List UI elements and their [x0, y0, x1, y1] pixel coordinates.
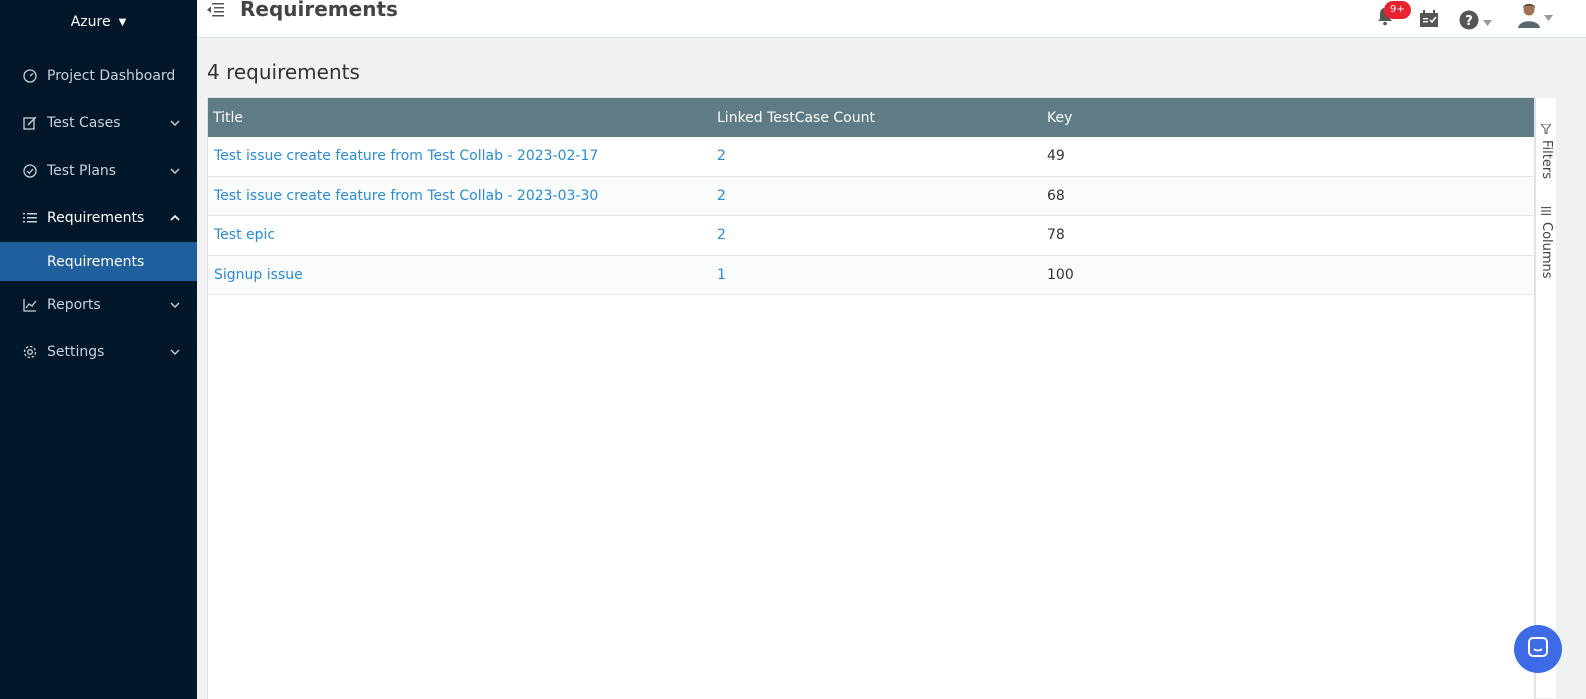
notification-badge: 9+	[1384, 1, 1411, 19]
linked-count-link[interactable]: 2	[711, 188, 1043, 204]
sidebar-item-label: Test Plans	[47, 162, 117, 179]
avatar	[1517, 2, 1541, 32]
linked-count-link[interactable]: 1	[711, 267, 1043, 283]
columns-icon	[1539, 206, 1554, 216]
chevron-down-icon	[169, 302, 181, 308]
svg-text:?: ?	[1465, 14, 1473, 29]
sidebar-item-label: Requirements	[47, 210, 145, 227]
gear-icon	[22, 344, 38, 360]
sidebar-subitem-requirements[interactable]: Requirements	[0, 242, 197, 281]
sidebar-item-label: Reports	[47, 296, 101, 313]
page-title: Requirements	[240, 0, 398, 21]
grid-body: Test issue create feature from Test Coll…	[208, 137, 1534, 295]
requirement-key: 100	[1047, 266, 1074, 283]
requirement-title-link[interactable]: Test epic	[208, 227, 711, 243]
user-menu[interactable]	[1517, 2, 1553, 32]
requirements-grid: Title Linked TestCase Count Key Test iss…	[207, 97, 1535, 699]
topbar: Requirements 9+ ?	[197, 0, 1586, 38]
sidebar-item-label: Project Dashboard	[47, 67, 176, 84]
sidebar-item-requirements[interactable]: Requirements	[0, 195, 197, 243]
column-header-linked-testcase-count[interactable]: Linked TestCase Count	[711, 110, 1043, 126]
caret-down-icon	[1483, 14, 1492, 30]
columns-tab-label: Columns	[1539, 222, 1554, 279]
list-icon	[22, 210, 38, 226]
chat-launcher-button[interactable]	[1514, 625, 1562, 673]
help-icon: ?	[1459, 10, 1479, 34]
requirements-count: 4 requirements	[207, 60, 360, 84]
grid-header: Title Linked TestCase Count Key	[208, 98, 1534, 137]
caret-down-icon	[1544, 9, 1553, 25]
table-row: Signup issue 1 100	[208, 255, 1534, 295]
linked-count-link[interactable]: 2	[711, 227, 1043, 243]
chevron-down-icon	[169, 168, 181, 174]
sidebar-item-test-plans[interactable]: Test Plans	[0, 147, 197, 195]
project-selector[interactable]: Azure ▼	[0, 0, 197, 44]
column-header-title[interactable]: Title	[208, 110, 711, 126]
grid-side-panel: Filters Columns	[1535, 98, 1556, 698]
sidebar-item-label: Test Cases	[47, 115, 121, 132]
sidebar-item-label: Settings	[47, 344, 105, 361]
requirement-title-link[interactable]: Test issue create feature from Test Coll…	[208, 188, 711, 204]
menu-toggle-icon[interactable]	[207, 1, 225, 21]
filter-icon	[1539, 123, 1554, 135]
table-row: Test issue create feature from Test Coll…	[208, 176, 1534, 216]
chevron-up-icon	[169, 215, 181, 221]
chat-icon	[1527, 636, 1549, 662]
chart-icon	[22, 297, 38, 313]
sidebar-item-test-cases[interactable]: Test Cases	[0, 100, 197, 148]
sidebar-item-project-dashboard[interactable]: Project Dashboard	[0, 52, 197, 100]
project-name: Azure	[70, 14, 111, 30]
filters-tab[interactable]: Filters	[1539, 123, 1554, 179]
table-row: Test issue create feature from Test Coll…	[208, 137, 1534, 177]
sidebar-item-reports[interactable]: Reports	[0, 281, 197, 329]
help-menu[interactable]: ?	[1459, 10, 1492, 34]
check-circle-icon	[22, 163, 38, 179]
columns-tab[interactable]: Columns	[1539, 206, 1554, 279]
main-content: 4 requirements Title Linked TestCase Cou…	[197, 39, 1586, 699]
sidebar-subitem-label: Requirements	[47, 253, 145, 270]
requirement-key: 68	[1047, 187, 1065, 204]
requirement-title-link[interactable]: Signup issue	[208, 267, 711, 283]
chevron-down-icon	[169, 120, 181, 127]
dashboard-icon	[22, 68, 38, 84]
chevron-down-icon	[169, 349, 181, 356]
requirement-key: 78	[1047, 227, 1065, 244]
column-header-key[interactable]: Key	[1043, 110, 1534, 126]
sidebar-item-settings[interactable]: Settings	[0, 329, 197, 377]
filters-tab-label: Filters	[1539, 140, 1554, 179]
caret-down-icon: ▼	[118, 16, 127, 28]
table-row: Test epic 2 78	[208, 216, 1534, 256]
sidebar-nav: Project Dashboard Test Cases Test Plans	[0, 52, 197, 376]
edit-icon	[22, 115, 38, 131]
sidebar: Azure ▼ Project Dashboard Test Cases Tes…	[0, 0, 197, 699]
requirement-title-link[interactable]: Test issue create feature from Test Coll…	[208, 148, 711, 164]
linked-count-link[interactable]: 2	[711, 148, 1043, 164]
requirement-key: 49	[1047, 148, 1065, 165]
calendar-check-icon[interactable]	[1419, 10, 1439, 32]
